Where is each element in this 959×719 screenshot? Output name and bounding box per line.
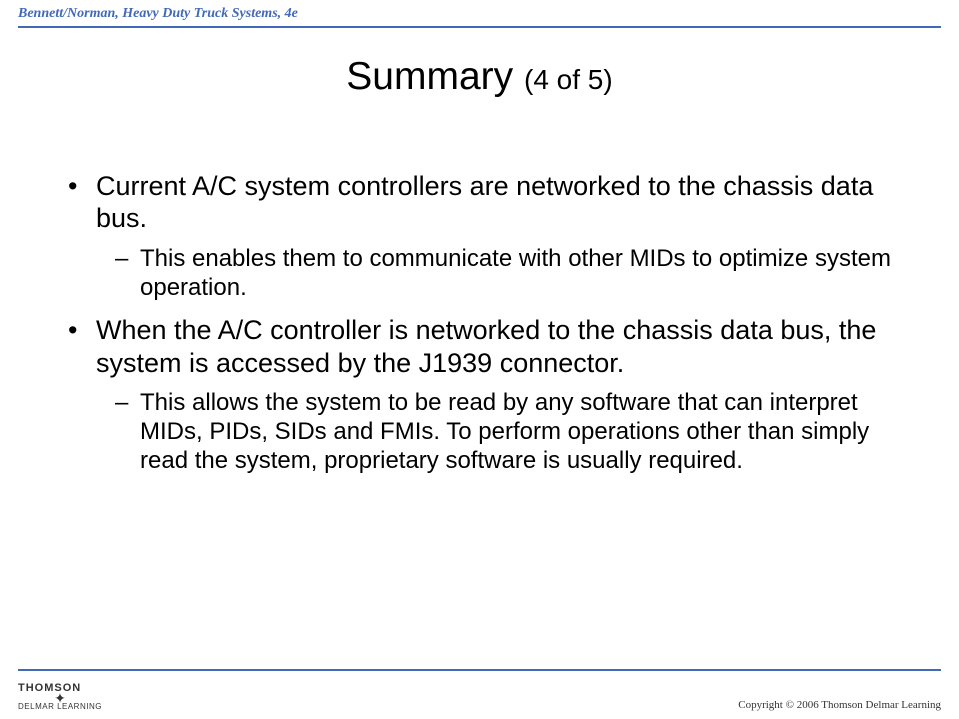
title-main-text: Summary bbox=[346, 55, 524, 98]
header-divider bbox=[18, 26, 941, 28]
title-page-indicator: (4 of 5) bbox=[524, 64, 613, 95]
bullet-2-sub: This allows the system to be read by any… bbox=[68, 389, 891, 475]
logo-delmar-text: DELMAR LEARNING bbox=[18, 702, 102, 711]
footer-divider bbox=[18, 669, 941, 671]
logo-thomson-text: THOMSON bbox=[18, 682, 81, 694]
slide-content: Current A/C system controllers are netwo… bbox=[68, 170, 891, 488]
header-citation: Bennett/Norman, Heavy Duty Truck Systems… bbox=[18, 6, 298, 22]
logo-star-icon: ✦ bbox=[18, 694, 102, 702]
bullet-1-sub: This enables them to communicate with ot… bbox=[68, 245, 891, 303]
bullet-2: When the A/C controller is networked to … bbox=[68, 314, 891, 379]
slide-footer: THOMSON ✦ DELMAR LEARNING Copyright © 20… bbox=[18, 682, 941, 711]
bullet-1: Current A/C system controllers are netwo… bbox=[68, 170, 891, 235]
publisher-logo: THOMSON ✦ DELMAR LEARNING bbox=[18, 682, 102, 711]
copyright-text: Copyright © 2006 Thomson Delmar Learning bbox=[738, 699, 941, 711]
slide-title: Summary (4 of 5) bbox=[0, 55, 959, 99]
